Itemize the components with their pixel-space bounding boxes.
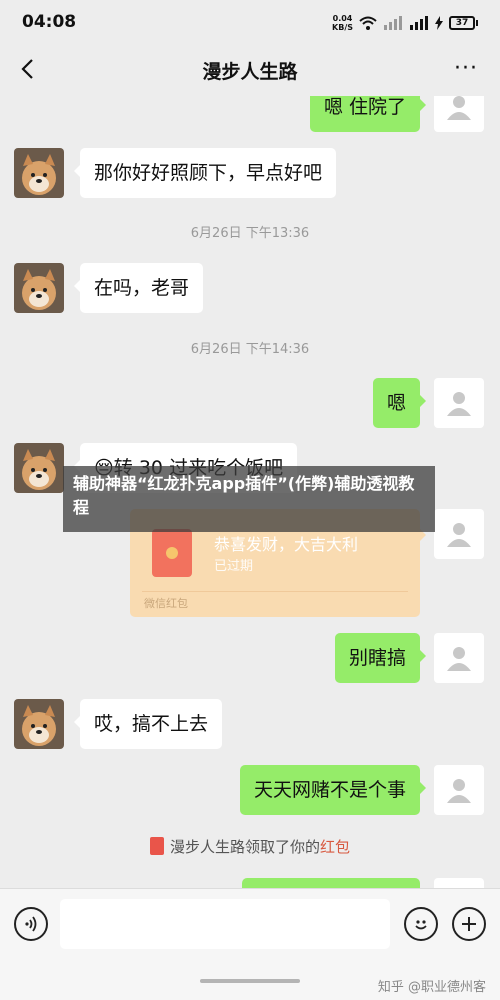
dog-avatar-icon bbox=[14, 443, 64, 493]
contact-avatar[interactable] bbox=[14, 699, 64, 749]
contact-avatar[interactable] bbox=[14, 263, 64, 313]
outgoing-message-bubble[interactable]: 嗯 bbox=[372, 378, 427, 428]
home-indicator[interactable] bbox=[200, 979, 300, 983]
message-input[interactable] bbox=[60, 899, 390, 949]
wifi-icon bbox=[359, 16, 377, 30]
voice-icon bbox=[25, 916, 37, 932]
default-avatar-icon bbox=[447, 647, 471, 671]
red-packet-status: 已过期 bbox=[214, 559, 254, 574]
default-avatar-icon bbox=[447, 96, 471, 120]
plus-button[interactable] bbox=[452, 907, 486, 941]
more-options-button[interactable]: ··· bbox=[454, 56, 478, 81]
network-speed-unit: KB/S bbox=[332, 23, 353, 32]
default-avatar-icon bbox=[447, 779, 471, 803]
outgoing-message-bubble-partial[interactable] bbox=[242, 878, 420, 888]
message-timestamp: 6月26日 下午14:36 bbox=[190, 342, 310, 357]
overlay-caption: 辅助神器“红龙扑克app插件”(作弊)辅助透视教程 bbox=[63, 466, 435, 532]
system-notice: 漫步人生路领取了你的红包 bbox=[0, 836, 500, 857]
network-speed: 0.04 KB/S bbox=[332, 14, 353, 32]
my-avatar[interactable] bbox=[434, 633, 484, 683]
my-avatar[interactable] bbox=[434, 378, 484, 428]
emoji-button[interactable] bbox=[404, 907, 438, 941]
red-packet-icon bbox=[149, 837, 164, 855]
voice-button[interactable] bbox=[14, 907, 48, 941]
input-bar: 知乎 @职业德州客 bbox=[0, 888, 500, 1000]
my-avatar[interactable] bbox=[434, 878, 484, 888]
charging-icon bbox=[435, 16, 443, 30]
battery-level: 37 bbox=[449, 16, 475, 30]
battery-icon: 37 bbox=[449, 16, 478, 30]
red-packet-link[interactable]: 红包 bbox=[320, 838, 350, 856]
network-speed-value: 0.04 bbox=[332, 14, 353, 23]
watermark: 知乎 @职业德州客 bbox=[377, 980, 486, 995]
emoji-icon bbox=[415, 920, 427, 930]
status-bar: 04:08 0.04 KB/S 37 bbox=[0, 0, 500, 44]
default-avatar-icon bbox=[447, 392, 471, 416]
contact-avatar[interactable] bbox=[14, 148, 64, 198]
outgoing-message-bubble[interactable]: 嗯 住院了 bbox=[309, 96, 427, 132]
dog-avatar-icon bbox=[14, 148, 64, 198]
system-notice-text: 漫步人生路领取了你的 bbox=[169, 838, 320, 856]
red-packet-footer: 微信红包 bbox=[144, 597, 188, 610]
contact-avatar[interactable] bbox=[14, 443, 64, 493]
dog-avatar-icon bbox=[14, 699, 64, 749]
incoming-message-bubble[interactable]: 哎，搞不上去 bbox=[73, 699, 223, 749]
my-avatar[interactable] bbox=[434, 765, 484, 815]
outgoing-message-bubble[interactable]: 别瞎搞 bbox=[334, 633, 427, 683]
status-time: 04:08 bbox=[22, 12, 77, 32]
signal-icon-2 bbox=[410, 16, 428, 30]
red-packet-icon bbox=[152, 529, 192, 577]
chat-title: 漫步人生路 bbox=[202, 61, 298, 83]
dog-avatar-icon bbox=[14, 263, 64, 313]
outgoing-message-bubble[interactable]: 天天网赌不是个事 bbox=[239, 765, 427, 815]
default-avatar-icon bbox=[447, 523, 471, 547]
message-timestamp: 6月26日 下午13:36 bbox=[190, 226, 310, 241]
signal-icon bbox=[384, 16, 402, 30]
status-icons: 0.04 KB/S 37 bbox=[332, 14, 478, 32]
divider bbox=[142, 591, 408, 592]
chat-header: 漫步人生路 ··· bbox=[0, 44, 500, 96]
my-avatar[interactable] bbox=[434, 509, 484, 559]
incoming-message-bubble[interactable]: 在吗，老哥 bbox=[73, 263, 204, 313]
incoming-message-bubble[interactable]: 那你好好照顾下，早点好吧 bbox=[73, 148, 337, 198]
plus-icon bbox=[462, 917, 476, 931]
red-packet-title: 恭喜发财，大吉大利 bbox=[214, 535, 359, 554]
my-avatar[interactable] bbox=[434, 96, 484, 132]
